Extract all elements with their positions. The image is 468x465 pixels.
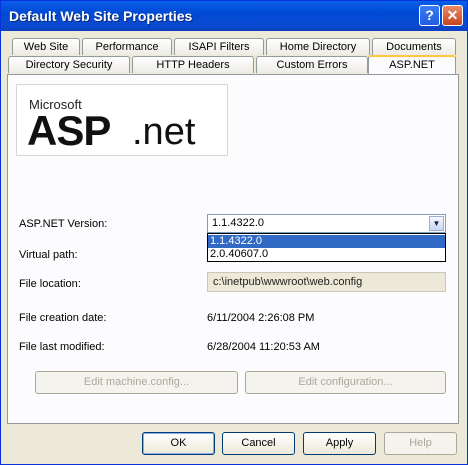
help-button[interactable]: Help: [384, 432, 457, 455]
logo-brand-large: ASP: [27, 107, 111, 154]
tab-performance[interactable]: Performance: [82, 38, 172, 55]
cancel-button[interactable]: Cancel: [222, 432, 295, 455]
tab-directory-security[interactable]: Directory Security: [8, 56, 130, 73]
file-location-label: File location:: [19, 278, 81, 290]
version-option[interactable]: 1.1.4322.0: [208, 235, 445, 248]
aspnet-logo: Microsoft ASP .net: [16, 84, 228, 156]
version-option[interactable]: 2.0.40607.0: [208, 248, 445, 261]
last-modified-value: 6/28/2004 11:20:53 AM: [207, 341, 320, 353]
version-select-value: 1.1.4322.0: [212, 217, 264, 229]
close-button[interactable]: ✕: [442, 5, 463, 26]
tab-http-headers[interactable]: HTTP Headers: [132, 56, 254, 73]
help-title-button[interactable]: ?: [419, 5, 440, 26]
version-dropdown-list: 1.1.4322.0 2.0.40607.0: [207, 233, 446, 262]
version-select[interactable]: 1.1.4322.0 ▼: [207, 214, 446, 233]
tab-isapi-filters[interactable]: ISAPI Filters: [174, 38, 264, 55]
last-modified-label: File last modified:: [19, 341, 105, 353]
file-location-value: c:\inetpub\wwwroot\web.config: [213, 276, 363, 288]
creation-date-value: 6/11/2004 2:26:08 PM: [207, 312, 315, 324]
title-bar[interactable]: Default Web Site Properties ? ✕: [1, 1, 467, 31]
file-location-field: c:\inetpub\wwwroot\web.config: [207, 272, 446, 292]
edit-configuration-button[interactable]: Edit configuration...: [245, 371, 446, 394]
tab-aspnet[interactable]: ASP.NET: [368, 55, 456, 74]
chevron-down-icon[interactable]: ▼: [429, 216, 444, 231]
apply-button[interactable]: Apply: [303, 432, 376, 455]
edit-machine-config-button[interactable]: Edit machine.config...: [35, 371, 238, 394]
creation-date-label: File creation date:: [19, 312, 107, 324]
tab-documents[interactable]: Documents: [372, 38, 456, 55]
version-label: ASP.NET Version:: [19, 218, 108, 230]
window-title: Default Web Site Properties: [9, 8, 193, 24]
tab-home-directory[interactable]: Home Directory: [266, 38, 370, 55]
ok-button[interactable]: OK: [142, 432, 215, 455]
logo-brand-suffix: .net: [132, 111, 196, 153]
tab-custom-errors[interactable]: Custom Errors: [256, 56, 368, 73]
virtual-path-label: Virtual path:: [19, 249, 78, 261]
tab-web-site[interactable]: Web Site: [12, 38, 80, 55]
